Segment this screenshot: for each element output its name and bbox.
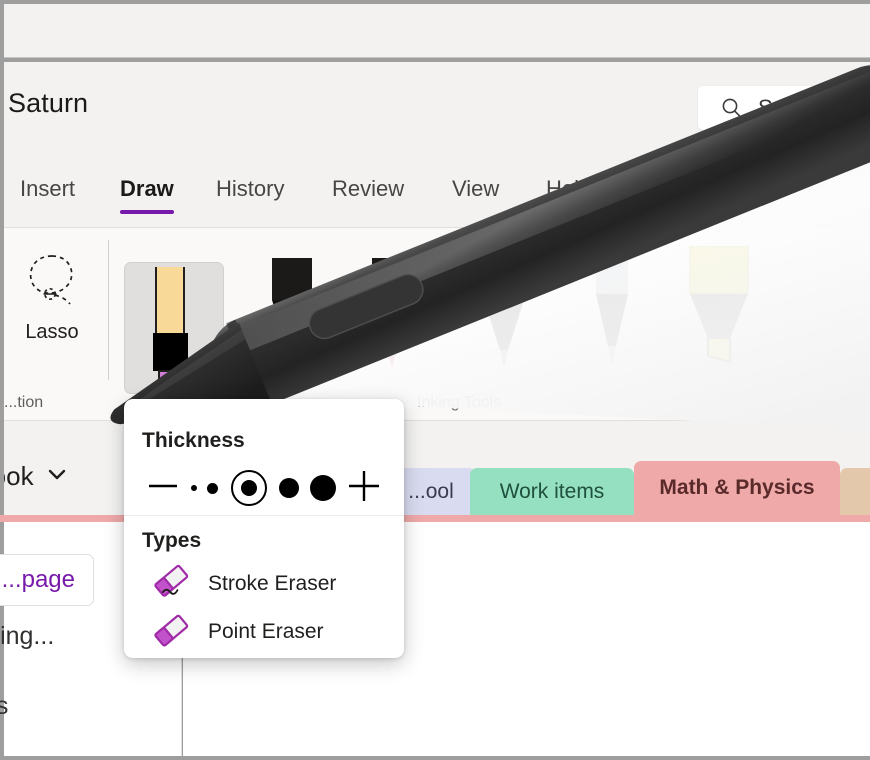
ribbon-tab-strip: Insert Draw History Review View Help xyxy=(4,154,870,228)
group-divider xyxy=(108,240,109,380)
selection-group-label: ...tion xyxy=(4,394,43,412)
window-chrome-bar xyxy=(4,4,870,58)
menu-item-stroke-eraser[interactable]: Stroke Eraser xyxy=(136,563,392,605)
search-placeholder-text: Search xyxy=(758,95,828,121)
tab-insert[interactable]: Insert xyxy=(20,176,75,214)
highlighter-tool[interactable] xyxy=(684,246,744,356)
title-bar: Saturn Search xyxy=(4,62,870,154)
list-item[interactable]: ...terns xyxy=(0,692,8,721)
point-eraser-label: Point Eraser xyxy=(208,620,324,644)
flyout-divider xyxy=(124,515,404,516)
pen-tool[interactable] xyxy=(262,258,322,368)
tab-review[interactable]: Review xyxy=(332,176,404,214)
thickness-heading: Thickness xyxy=(142,429,245,453)
eraser-tool[interactable] xyxy=(124,262,224,394)
types-heading: Types xyxy=(142,529,201,553)
eraser-body xyxy=(155,267,185,333)
stroke-eraser-icon xyxy=(152,562,192,607)
tab-history[interactable]: History xyxy=(216,176,284,214)
page-title: Saturn xyxy=(8,88,88,119)
section-tab-math-and-physics[interactable]: Math & Physics xyxy=(634,461,840,515)
section-tab-work-items[interactable]: Work items xyxy=(470,468,634,515)
red-pen-tool[interactable] xyxy=(362,258,422,368)
point-eraser-icon xyxy=(152,610,192,655)
blue-pen-tool[interactable] xyxy=(474,258,534,368)
notebook-picker[interactable]: ...ook xyxy=(4,461,68,492)
eraser-tip xyxy=(158,370,184,392)
search-icon xyxy=(720,96,744,120)
notebook-picker-label: ...ook xyxy=(4,461,34,492)
thickness-option-1[interactable] xyxy=(191,485,197,491)
thickness-option-4[interactable] xyxy=(279,478,299,498)
lasso-label: Lasso xyxy=(25,321,78,344)
pencil-tool[interactable] xyxy=(582,250,642,360)
thickness-option-2[interactable] xyxy=(207,483,218,494)
tab-help[interactable]: Help xyxy=(546,176,591,214)
minus-icon[interactable] xyxy=(146,469,180,508)
thickness-option-5[interactable] xyxy=(310,475,336,501)
chevron-down-icon[interactable] xyxy=(195,358,215,383)
inking-tools-group-label: Inking Tools xyxy=(417,394,501,412)
add-page-button[interactable]: ...page xyxy=(0,554,94,606)
list-item[interactable]: ...rd wing... xyxy=(0,622,54,651)
tab-view[interactable]: View xyxy=(452,176,499,214)
thickness-option-3-selected[interactable] xyxy=(229,468,269,508)
lasso-button[interactable]: Lasso xyxy=(4,242,106,366)
thickness-options-row xyxy=(138,465,390,511)
chevron-down-icon xyxy=(46,461,68,492)
stroke-eraser-label: Stroke Eraser xyxy=(208,572,336,596)
plus-icon[interactable] xyxy=(346,468,382,509)
eraser-options-flyout: Thickness xyxy=(124,399,404,658)
search-input[interactable]: Search xyxy=(698,86,870,130)
onenote-window: Saturn Search Insert Draw History Review… xyxy=(0,0,870,760)
menu-item-point-eraser[interactable]: Point Eraser xyxy=(136,611,392,653)
lasso-icon xyxy=(21,248,83,315)
tab-draw[interactable]: Draw xyxy=(120,176,174,214)
section-tab-w[interactable]: W xyxy=(840,468,870,515)
eraser-band xyxy=(153,333,188,371)
